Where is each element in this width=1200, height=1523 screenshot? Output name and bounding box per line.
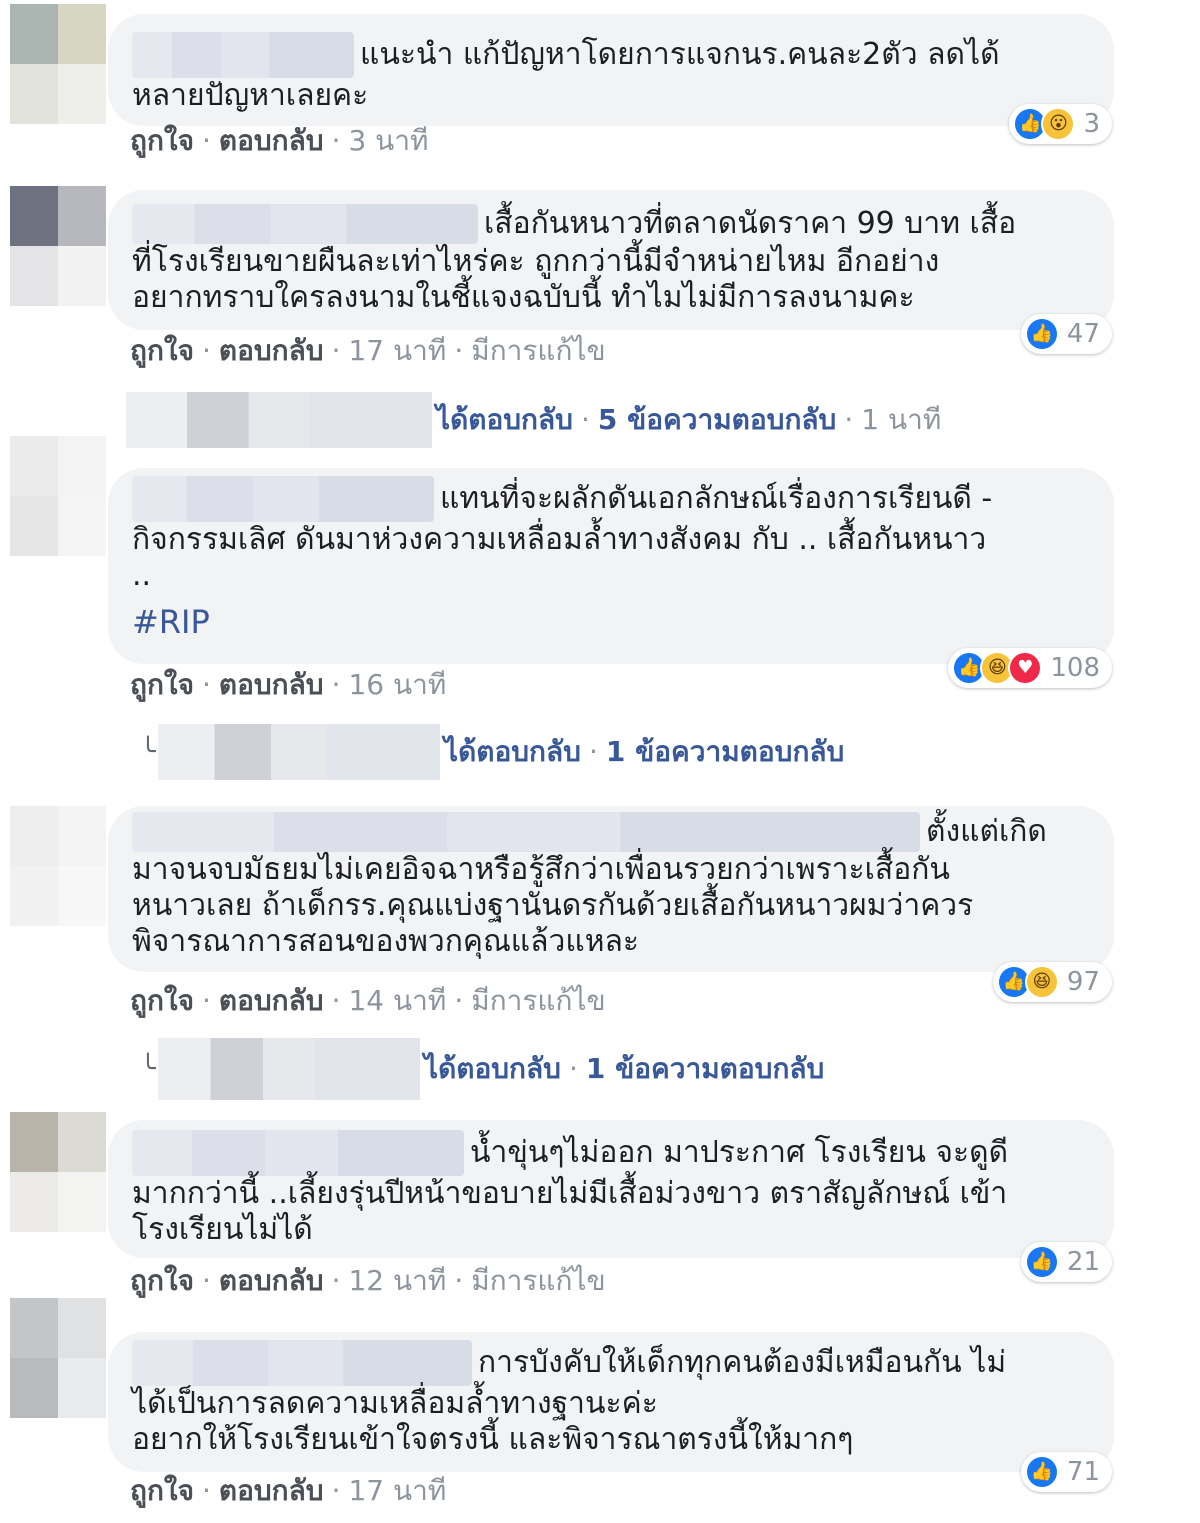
reaction-count: 71 xyxy=(1066,1457,1100,1487)
edited-label[interactable]: มีการแก้ไข xyxy=(471,1264,605,1297)
commenter-name-blurred[interactable] xyxy=(132,1130,464,1176)
comment-actions: ถูกใจ · ตอบกลับ · 16 นาที xyxy=(130,668,447,701)
commenter-name-blurred[interactable] xyxy=(132,476,434,522)
commenter-name-blurred[interactable] xyxy=(132,204,478,244)
replies-summary[interactable]: ได้ตอบกลับ · 1 ข้อความตอบกลับ xyxy=(424,1047,824,1091)
reply-link[interactable]: ตอบกลับ xyxy=(219,1474,324,1507)
reaction-summary[interactable]: 👍 71 xyxy=(1020,1452,1112,1492)
avatar[interactable] xyxy=(10,1112,106,1232)
comment-bubble: น้ำขุ่นๆไม่ออก มาประกาศ โรงเรียน จะดูดี … xyxy=(108,1120,1114,1258)
replies-link[interactable]: ได้ตอบกลับ · 5 ข้อความตอบกลับ · 1 นาที xyxy=(126,392,941,448)
avatar[interactable] xyxy=(10,1298,106,1418)
reply-arrow-icon: ╰ xyxy=(140,1054,156,1084)
replies-summary[interactable]: ได้ตอบกลับ · 1 ข้อความตอบกลับ xyxy=(444,730,844,774)
commenter-name-blurred[interactable] xyxy=(132,1340,472,1386)
avatar[interactable] xyxy=(10,436,106,556)
comment-actions: ถูกใจ · ตอบกลับ · 17 นาที · มีการแก้ไข xyxy=(130,334,606,367)
like-link[interactable]: ถูกใจ xyxy=(130,984,194,1017)
comment-time[interactable]: 16 นาที xyxy=(348,668,446,701)
comment-bubble: เสื้อกันหนาวที่ตลาดนัดราคา 99 บาท เสื้อ … xyxy=(108,190,1114,330)
comment-actions: ถูกใจ · ตอบกลับ · 17 นาที xyxy=(130,1474,447,1507)
comment-bubble: แนะนำ แก้ปัญหาโดยการแจกนร.คนละ2ตัว ลดได้… xyxy=(108,14,1114,126)
replies-summary[interactable]: ได้ตอบกลับ · 5 ข้อความตอบกลับ · 1 นาที xyxy=(436,398,941,442)
comments-section: แนะนำ แก้ปัญหาโดยการแจกนร.คนละ2ตัว ลดได้… xyxy=(0,0,1200,1523)
comment-bubble: ตั้งแต่เกิด มาจนจบมัธยมไม่เคยอิจฉาหรือรู… xyxy=(108,806,1114,972)
hashtag-link[interactable]: #RIP xyxy=(132,600,1090,644)
reaction-count: 21 xyxy=(1066,1247,1100,1277)
edited-label[interactable]: มีการแก้ไข xyxy=(471,984,605,1017)
reply-avatar-blurred xyxy=(158,724,440,780)
reaction-summary[interactable]: 👍 😮 3 xyxy=(1009,104,1112,144)
comment-actions: ถูกใจ · ตอบกลับ · 3 นาที xyxy=(130,124,429,157)
reply-link[interactable]: ตอบกลับ xyxy=(219,124,324,157)
comment-bubble: การบังคับให้เด็กทุกคนต้องมีเหมือนกัน ไม่… xyxy=(108,1332,1114,1472)
comment-actions: ถูกใจ · ตอบกลับ · 14 นาที · มีการแก้ไข xyxy=(130,984,606,1017)
reply-link[interactable]: ตอบกลับ xyxy=(219,334,324,367)
reply-link[interactable]: ตอบกลับ xyxy=(219,668,324,701)
like-icon: 👍 xyxy=(1024,317,1059,351)
comment-time[interactable]: 17 นาที xyxy=(348,1474,446,1507)
comment-time[interactable]: 3 นาที xyxy=(348,124,428,157)
reaction-summary[interactable]: 👍 😆 ♥ 108 xyxy=(948,648,1112,688)
reaction-count: 108 xyxy=(1050,653,1100,683)
reply-arrow-icon: ╰ xyxy=(140,737,156,767)
reaction-summary[interactable]: 👍 47 xyxy=(1020,314,1112,354)
comment-time[interactable]: 14 นาที xyxy=(348,984,446,1017)
wow-icon: 😮 xyxy=(1041,107,1076,141)
reaction-count: 47 xyxy=(1066,319,1100,349)
avatar[interactable] xyxy=(10,806,106,926)
replies-link[interactable]: ╰ ได้ตอบกลับ · 1 ข้อความตอบกลับ xyxy=(140,1038,824,1100)
reaction-count: 97 xyxy=(1066,967,1100,997)
reaction-summary[interactable]: 👍 21 xyxy=(1020,1242,1112,1282)
reaction-count: 3 xyxy=(1083,109,1100,139)
replies-link[interactable]: ╰ ได้ตอบกลับ · 1 ข้อความตอบกลับ xyxy=(140,724,844,780)
like-link[interactable]: ถูกใจ xyxy=(130,1474,194,1507)
avatar[interactable] xyxy=(10,4,106,124)
reply-avatar-blurred xyxy=(126,392,432,448)
love-icon: ♥ xyxy=(1008,651,1043,685)
haha-icon: 😆 xyxy=(1024,965,1059,999)
like-icon: 👍 xyxy=(1024,1245,1059,1279)
reply-link[interactable]: ตอบกลับ xyxy=(219,984,324,1017)
comment-time[interactable]: 17 นาที xyxy=(348,334,446,367)
like-link[interactable]: ถูกใจ xyxy=(130,334,194,367)
comment-time[interactable]: 12 นาที xyxy=(348,1264,446,1297)
like-link[interactable]: ถูกใจ xyxy=(130,668,194,701)
edited-label[interactable]: มีการแก้ไข xyxy=(471,334,605,367)
reply-link[interactable]: ตอบกลับ xyxy=(219,1264,324,1297)
commenter-name-blurred[interactable] xyxy=(132,32,354,78)
comment-bubble: แทนที่จะผลักดันเอกลักษณ์เรื่องการเรียนดี… xyxy=(108,468,1114,664)
reply-avatar-blurred xyxy=(158,1038,420,1100)
like-icon: 👍 xyxy=(1024,1455,1059,1489)
like-link[interactable]: ถูกใจ xyxy=(130,124,194,157)
avatar[interactable] xyxy=(10,186,106,306)
comment-actions: ถูกใจ · ตอบกลับ · 12 นาที · มีการแก้ไข xyxy=(130,1264,606,1297)
like-link[interactable]: ถูกใจ xyxy=(130,1264,194,1297)
reaction-summary[interactable]: 👍 😆 97 xyxy=(992,962,1112,1002)
commenter-name-blurred[interactable] xyxy=(132,812,920,852)
